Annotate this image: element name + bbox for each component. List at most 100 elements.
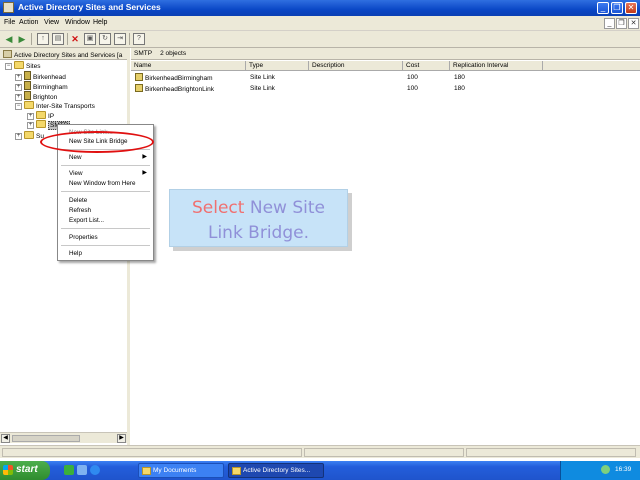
site-link-icon [135,84,143,92]
row-cost: 100 [407,74,418,81]
menu-item-properties[interactable]: Properties [69,233,98,242]
status-cell [304,448,464,457]
refresh-icon[interactable]: ↻ [99,33,111,45]
menu-separator [61,245,150,246]
row-cost: 100 [407,85,418,92]
mdi-minimize-button[interactable]: _ [604,18,615,29]
column-header-type[interactable]: Type [246,61,309,71]
collapse-icon[interactable]: − [5,63,12,70]
forward-arrow-icon[interactable]: ▶ [16,33,28,45]
column-header-name[interactable]: Name [131,61,246,71]
menu-item-help[interactable]: Help [69,249,82,258]
menu-item-view[interactable]: View ▶ [69,169,152,178]
row-interval: 180 [454,85,465,92]
table-row[interactable]: BirkenheadBrightonLink Site Link 100 180 [131,84,640,94]
toolbar-separator [129,33,130,45]
folder-icon [36,111,46,119]
menu-file[interactable]: File [4,19,15,26]
callout-text: New Site [249,198,325,218]
site-link-icon [135,73,143,81]
start-button[interactable]: start [0,461,50,480]
row-interval: 180 [454,74,465,81]
menu-item-new-window-from-here[interactable]: New Window from Here [69,179,135,188]
help-icon[interactable]: ? [133,33,145,45]
menu-separator [61,191,150,192]
menu-help[interactable]: Help [93,19,107,26]
scroll-left-icon[interactable]: ◀ [1,434,10,443]
tree-header-label: Active Directory Sites and Services [a [14,52,123,59]
tree-horizontal-scrollbar[interactable]: ◀ ▶ [0,432,127,443]
close-button[interactable]: ✕ [625,2,637,14]
scroll-right-icon[interactable]: ▶ [117,434,126,443]
callout-line-2: Link Bridge. [207,223,310,243]
toolbar-separator [31,33,32,45]
task-label: Active Directory Sites... [243,467,311,474]
menu-item-delete[interactable]: Delete [69,196,87,205]
toolbar: ◀ ▶ ↑ ▤ ✕ ▣ ↻ ⇥ ? [0,31,640,48]
submenu-arrow-icon: ▶ [142,154,147,160]
ad-sites-icon [232,467,241,475]
expand-icon[interactable]: + [27,122,34,129]
status-cell [466,448,636,457]
menu-view[interactable]: View [44,19,59,26]
menu-item-export-list[interactable]: Export List... [69,216,104,225]
clock[interactable]: 16:39 [615,466,631,473]
restore-button[interactable]: ❐ [611,2,623,14]
site-icon [24,81,31,90]
up-folder-icon[interactable]: ↑ [37,33,49,45]
menu-bar: File Action View Window Help _ ❐ ✕ [0,16,640,31]
folder-icon [142,467,151,475]
column-headers: Name Type Description Cost Replication I… [131,61,640,71]
tree-node-label: IP [48,113,55,120]
tree-node-inter-site-transports[interactable]: − Inter-Site Transports [15,101,95,111]
taskbar-button-my-documents[interactable]: My Documents [138,463,224,478]
details-header-count: 2 objects [160,50,187,57]
expand-icon[interactable]: + [15,84,22,91]
menu-item-refresh[interactable]: Refresh [69,206,91,215]
quicklaunch-desktop-icon[interactable] [77,465,87,475]
tree-node-label: Birmingham [33,84,68,91]
column-header-description[interactable]: Description [309,61,403,71]
menu-item-new[interactable]: New ▶ [69,153,152,162]
column-header-replication-interval[interactable]: Replication Interval [450,61,543,71]
menu-action[interactable]: Action [19,19,38,26]
quicklaunch-messenger-icon[interactable] [64,465,74,475]
expand-icon[interactable]: + [15,74,22,81]
row-name: BirkenheadBirmingham [145,75,213,82]
site-icon [24,91,31,100]
collapse-icon[interactable]: − [15,103,22,110]
folder-icon [24,101,34,109]
menu-item-label: New [69,154,82,161]
mdi-close-button[interactable]: ✕ [628,18,639,29]
menu-separator [61,165,150,166]
properties-icon[interactable]: ▣ [84,33,96,45]
app-icon [3,2,14,13]
quicklaunch-ie-icon[interactable] [90,465,100,475]
tree-header: Active Directory Sites and Services [a [0,48,127,60]
taskbar: start My Documents Active Directory Site… [0,461,640,480]
column-header-cost[interactable]: Cost [403,61,450,71]
table-row[interactable]: BirkenheadBirmingham Site Link 100 180 [131,73,640,83]
tree-node-birmingham[interactable]: + Birmingham [15,81,68,91]
expand-icon[interactable]: + [27,113,34,120]
mdi-restore-button[interactable]: ❐ [616,18,627,29]
callout-line-1: Select New Site [170,196,347,221]
minimize-button[interactable]: _ [597,2,609,14]
expand-icon[interactable]: + [15,94,22,101]
export-list-icon[interactable]: ⇥ [114,33,126,45]
show-hide-tree-icon[interactable]: ▤ [52,33,64,45]
tree-node-birkenhead[interactable]: + Birkenhead [15,71,66,81]
folder-icon [14,61,24,69]
tree-node-brighton[interactable]: + Brighton [15,91,57,101]
menu-window[interactable]: Window [65,19,90,26]
expand-icon[interactable]: + [15,133,22,140]
row-type: Site Link [250,85,275,92]
menu-separator [61,228,150,229]
taskbar-button-active-directory[interactable]: Active Directory Sites... [228,463,324,478]
scroll-thumb[interactable] [12,435,80,442]
submenu-arrow-icon: ▶ [142,170,147,176]
back-arrow-icon[interactable]: ◀ [3,33,15,45]
delete-icon[interactable]: ✕ [69,33,81,45]
tray-network-icon[interactable] [601,465,610,474]
tree-node-sites[interactable]: − Sites [5,61,40,71]
